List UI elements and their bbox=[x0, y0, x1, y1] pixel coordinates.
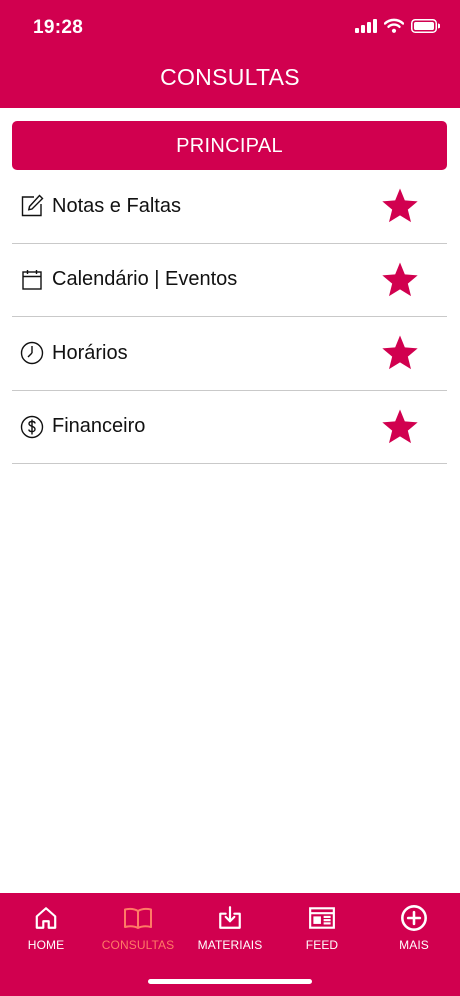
dollar-coin-icon bbox=[20, 415, 44, 439]
tab-feed[interactable]: FEED bbox=[276, 903, 368, 963]
page-title: CONSULTAS bbox=[160, 64, 300, 90]
tab-label: CONSULTAS bbox=[101, 938, 175, 952]
tab-mais[interactable]: MAIS bbox=[368, 903, 460, 963]
status-time: 19:28 bbox=[33, 17, 84, 38]
tab-label: HOME bbox=[27, 938, 65, 952]
app-header: 19:28 CONSULTAS bbox=[0, 0, 460, 108]
favorite-star-icon[interactable] bbox=[380, 407, 420, 447]
status-icons bbox=[355, 18, 441, 38]
menu-item-label: Calendário | Eventos bbox=[52, 268, 238, 291]
tab-label: FEED bbox=[305, 938, 339, 952]
consultas-menu-list: Notas e Faltas Calendário | Eventos Horá… bbox=[12, 170, 447, 464]
menu-item-label: Horários bbox=[52, 341, 128, 364]
wifi-icon bbox=[383, 18, 405, 38]
home-indicator[interactable] bbox=[148, 979, 312, 984]
menu-item-calendario-eventos[interactable]: Calendário | Eventos bbox=[12, 244, 447, 317]
tab-home[interactable]: HOME bbox=[0, 903, 92, 963]
edit-note-icon bbox=[20, 194, 44, 218]
bottom-tab-bar: HOME CONSULTAS MATERIAIS FEED MAIS bbox=[0, 893, 460, 996]
menu-item-label: Notas e Faltas bbox=[52, 194, 181, 217]
favorite-star-icon[interactable] bbox=[380, 333, 420, 373]
menu-item-notas-e-faltas[interactable]: Notas e Faltas bbox=[12, 170, 447, 244]
favorite-star-icon[interactable] bbox=[380, 186, 420, 226]
tab-consultas[interactable]: CONSULTAS bbox=[92, 903, 184, 963]
plus-circle-icon bbox=[399, 903, 429, 933]
tab-label: MAIS bbox=[399, 938, 429, 952]
tab-label: MATERIAIS bbox=[197, 938, 263, 952]
open-book-icon bbox=[123, 903, 153, 933]
tab-materiais[interactable]: MATERIAIS bbox=[184, 903, 276, 963]
download-icon bbox=[215, 903, 245, 933]
menu-item-financeiro[interactable]: Financeiro bbox=[12, 391, 447, 464]
clock-icon bbox=[20, 341, 44, 365]
menu-item-label: Financeiro bbox=[52, 415, 146, 438]
battery-icon bbox=[411, 18, 441, 38]
favorite-star-icon[interactable] bbox=[380, 260, 420, 300]
newspaper-icon bbox=[307, 903, 337, 933]
cellular-signal-icon bbox=[355, 18, 377, 38]
section-header-principal: PRINCIPAL bbox=[12, 121, 447, 170]
menu-item-horarios[interactable]: Horários bbox=[12, 317, 447, 391]
home-icon bbox=[31, 903, 61, 933]
calendar-icon bbox=[20, 268, 44, 292]
